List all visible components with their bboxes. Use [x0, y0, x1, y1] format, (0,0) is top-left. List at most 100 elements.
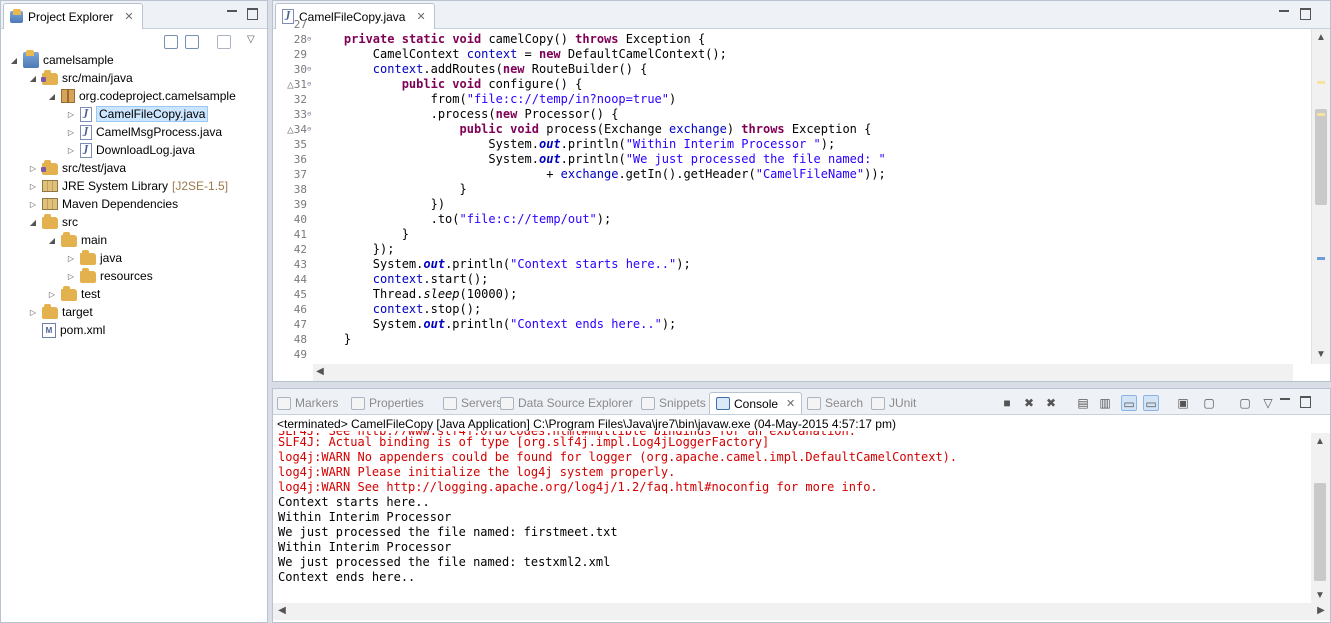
view-menu-icon[interactable]: ▽: [1260, 395, 1276, 411]
fold-toggle-icon[interactable]: ⊖: [307, 32, 315, 47]
line-number: 42: [293, 243, 307, 256]
scroll-left-icon[interactable]: ◀: [275, 604, 289, 618]
console-scroll-thumb[interactable]: [1314, 483, 1326, 581]
scroll-up-icon[interactable]: ▲: [1314, 31, 1328, 45]
tab-properties[interactable]: Properties: [351, 393, 424, 413]
tab-snippets[interactable]: Snippets: [641, 393, 706, 413]
console-vertical-scrollbar[interactable]: ▲ ▼: [1311, 433, 1330, 605]
overview-marker[interactable]: [1317, 257, 1325, 260]
line-number: 44: [293, 273, 307, 286]
tree-item-label: pom.xml: [60, 323, 106, 337]
tab-console[interactable]: Console ✕: [709, 392, 803, 414]
tree-item[interactable]: ▷ target: [28, 303, 93, 321]
tree-item[interactable]: ▷ Maven Dependencies: [28, 195, 178, 213]
tree-item[interactable]: ▷ JRE System Library [J2SE-1.5]: [28, 177, 228, 195]
display-console-icon[interactable]: ▢: [1201, 395, 1217, 411]
maximize-button[interactable]: [1299, 7, 1311, 20]
tree-item[interactable]: ▷ java: [66, 249, 122, 267]
filters-icon[interactable]: [217, 35, 231, 49]
fold-toggle-icon[interactable]: ⊖: [307, 62, 315, 77]
fold-toggle-icon[interactable]: ⊖: [307, 122, 315, 137]
tree-item[interactable]: ▷ src/test/java: [28, 159, 126, 177]
overview-marker[interactable]: [1317, 113, 1325, 116]
tab-servers[interactable]: Servers: [443, 393, 502, 413]
console-horizontal-scrollbar[interactable]: ◀ ▶: [273, 603, 1330, 620]
remove-launch-icon[interactable]: ✖: [1021, 395, 1037, 411]
tree-item[interactable]: ◢ src/main/java: [28, 69, 133, 87]
open-console-icon[interactable]: ▢: [1237, 395, 1253, 411]
line-number: 49: [293, 348, 307, 361]
console-line: log4j:WARN See http://logging.apache.org…: [278, 480, 878, 494]
editor-vertical-scrollbar[interactable]: ▲ ▼: [1311, 29, 1330, 364]
close-icon[interactable]: ✕: [786, 397, 795, 410]
show-on-stderr-icon[interactable]: ▭: [1143, 395, 1159, 411]
tree-item-label: camelsample: [43, 53, 114, 67]
tree-item[interactable]: ◢ src: [28, 213, 78, 231]
tree-item[interactable]: Mpom.xml: [28, 321, 105, 339]
collapse-arrow-icon[interactable]: ◢: [28, 69, 38, 87]
scroll-right-icon[interactable]: ▶: [1314, 604, 1328, 618]
expand-arrow-icon[interactable]: ▷: [66, 249, 76, 267]
terminate-icon[interactable]: ■: [999, 395, 1015, 411]
link-with-editor-icon[interactable]: [185, 35, 199, 49]
tree-item[interactable]: ▷ J CamelFileCopy.java: [66, 105, 209, 123]
tab-label: Servers: [461, 396, 503, 410]
minimize-button[interactable]: [226, 7, 238, 19]
fold-toggle-icon[interactable]: ⊖: [307, 77, 315, 92]
tab-label: Console: [734, 396, 779, 411]
console-output[interactable]: SLF4J: See http://www.slf4j.org/codes.ht…: [278, 431, 1303, 601]
collapse-all-icon[interactable]: [164, 35, 178, 49]
tab-project-explorer[interactable]: Project Explorer ✕: [3, 3, 143, 29]
tree-item[interactable]: ◢ org.codeproject.camelsample: [47, 87, 236, 105]
scroll-up-icon[interactable]: ▲: [1313, 435, 1327, 449]
editor-horizontal-scrollbar[interactable]: ◀: [313, 364, 1293, 381]
tree-item[interactable]: ▷ J CamelMsgProcess.java: [66, 123, 222, 141]
expand-arrow-icon[interactable]: ▷: [66, 267, 76, 285]
fold-toggle-icon[interactable]: ⊖: [307, 107, 315, 122]
expand-arrow-icon[interactable]: ▷: [28, 177, 38, 195]
tree-item[interactable]: ▷ J DownloadLog.java: [66, 141, 195, 159]
markers-icon: [277, 396, 291, 410]
minimize-button[interactable]: [1278, 7, 1290, 19]
tab-junit[interactable]: JUnit: [871, 393, 916, 413]
maximize-button[interactable]: [246, 7, 258, 20]
tree-item[interactable]: ▷ test: [47, 285, 100, 303]
expand-arrow-icon[interactable]: ▷: [66, 123, 76, 141]
collapse-arrow-icon[interactable]: ◢: [47, 231, 57, 249]
clear-console-icon[interactable]: ▤: [1075, 395, 1091, 411]
minimize-button[interactable]: [1279, 395, 1291, 407]
tree-item[interactable]: ◢ main: [47, 231, 107, 249]
scroll-down-icon[interactable]: ▼: [1314, 348, 1328, 362]
maximize-button[interactable]: [1299, 395, 1311, 408]
tree-item[interactable]: ◢ camelsample: [9, 50, 114, 69]
collapse-arrow-icon[interactable]: ◢: [9, 51, 19, 69]
editor-scroll-thumb[interactable]: [1315, 109, 1327, 205]
scroll-down-icon[interactable]: ▼: [1313, 589, 1327, 603]
pin-console-icon[interactable]: ▣: [1175, 395, 1191, 411]
expand-arrow-icon[interactable]: ▷: [47, 285, 57, 303]
tab-markers[interactable]: Markers: [277, 393, 338, 413]
tree-item[interactable]: ▷ resources: [66, 267, 153, 285]
collapse-arrow-icon[interactable]: ◢: [28, 213, 38, 231]
console-status-line: <terminated> CamelFileCopy [Java Applica…: [277, 417, 896, 431]
view-menu-icon[interactable]: ▽: [247, 34, 255, 45]
expand-arrow-icon[interactable]: ▷: [28, 303, 38, 321]
expand-arrow-icon[interactable]: ▷: [28, 195, 38, 213]
tab-search[interactable]: Search: [807, 393, 863, 413]
scroll-left-icon[interactable]: ◀: [313, 365, 327, 379]
close-icon[interactable]: ✕: [124, 10, 133, 23]
show-on-stdout-icon[interactable]: ▭: [1121, 395, 1137, 411]
project-icon: [23, 50, 39, 68]
code-line: context.stop();: [372, 302, 482, 316]
remove-all-launches-icon[interactable]: ✖: [1043, 395, 1059, 411]
expand-arrow-icon[interactable]: ▷: [66, 141, 76, 159]
close-icon[interactable]: ✕: [416, 10, 425, 23]
expand-arrow-icon[interactable]: ▷: [66, 105, 76, 123]
tab-data-source-explorer[interactable]: Data Source Explorer: [500, 393, 633, 413]
overview-marker[interactable]: [1317, 81, 1325, 84]
code-editor[interactable]: 27 28 ⊖ private static void camelCopy() th…: [273, 18, 1293, 367]
expand-arrow-icon[interactable]: ▷: [28, 159, 38, 177]
scroll-lock-icon[interactable]: ▥: [1097, 395, 1113, 411]
code-line: CamelContext context = new DefaultCamelC…: [315, 47, 727, 61]
collapse-arrow-icon[interactable]: ◢: [47, 87, 57, 105]
